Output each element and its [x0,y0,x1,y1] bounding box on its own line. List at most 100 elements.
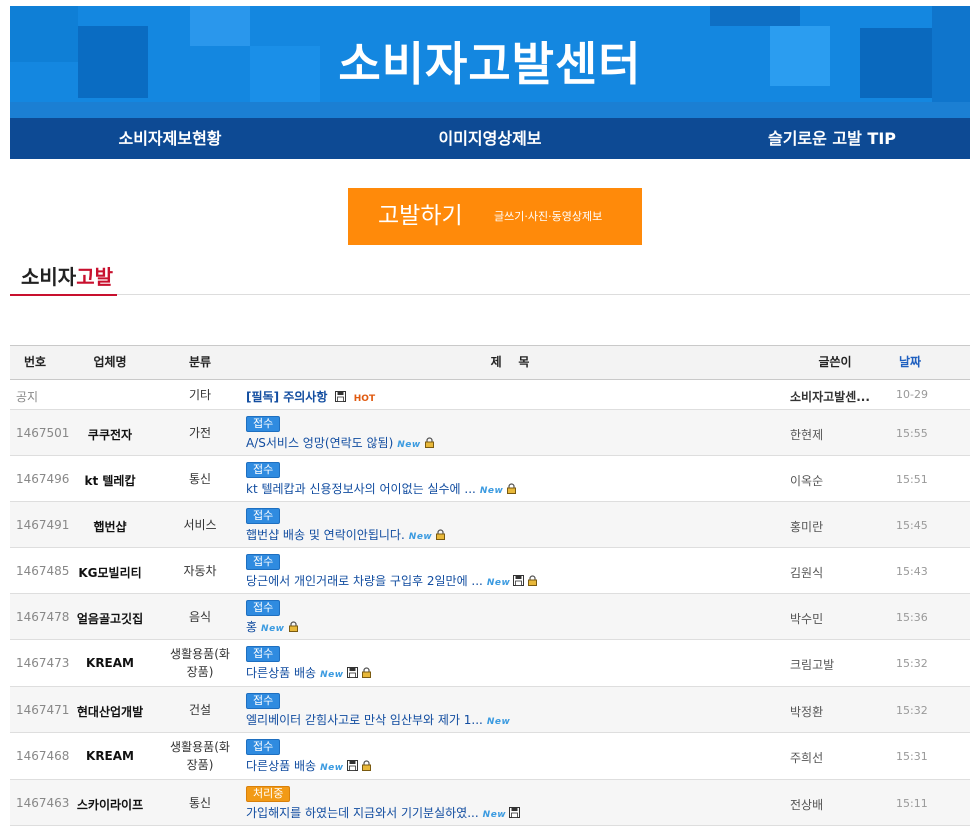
row-date: 15:36 [896,611,928,624]
notice-title-cell[interactable]: [필독] 주의사항 HOT [246,388,375,405]
row-company: KREAM [86,656,134,670]
row-author: 박수민 [790,612,824,626]
nav-tips[interactable]: 슬기로운 고발 TIP [672,118,970,159]
row-subject[interactable]: 접수 홍 New [246,600,299,635]
status-badge: 처리중 [246,786,291,802]
new-icon: New [397,440,421,450]
row-author: 이옥순 [790,474,824,488]
disk-icon [334,391,346,402]
status-badge: 접수 [246,508,281,524]
row-subject[interactable]: 접수 엘리베이터 갇힘사고로 만삭 임산부와 제가 1... New [246,693,510,728]
row-date: 15:32 [896,704,928,717]
row-subject[interactable]: 접수 햅번샵 배송 및 연락이안됩니다. New [246,508,446,543]
row-title-line[interactable]: 가입해지를 하였는데 지금와서 기기분실하였... New [246,804,521,821]
row-category: 가전 [188,426,212,440]
row-title[interactable]: 엘리베이터 갇힘사고로 만삭 임산부와 제가 1... [246,713,483,727]
row-subject[interactable]: 접수 다른상품 배송 New [246,739,372,774]
row-company: kt 텔레캅 [84,474,136,488]
table-row[interactable]: 1467478 얼음골고깃집 음식 접수 홍 New 박수민 15:36 [10,594,970,640]
site-title[interactable]: 소비자고발센터 [10,36,970,92]
notice-num: 공지 [16,390,39,404]
header-date[interactable]: 날짜 [888,346,932,379]
row-company: KG모빌리티 [78,566,142,580]
notice-category: 기타 [188,388,212,402]
notice-title[interactable]: [필독] 주의사항 [246,390,327,404]
row-title-line[interactable]: 다른상품 배송 New [246,757,372,774]
new-icon: New [320,670,344,680]
row-category: 건설 [188,703,212,717]
lock-icon [528,575,538,586]
table-row[interactable]: 1467468 KREAM 생활용품(화장품) 접수 다른상품 배송 New 주희… [10,733,970,780]
row-title-line[interactable]: 당근에서 개인거래로 차량을 구입후 2일만에 ... New [246,572,538,589]
row-title[interactable]: 다른상품 배송 [246,666,316,680]
row-author: 주희선 [790,751,824,765]
nav-consumer-reports[interactable]: 소비자제보현황 [10,118,330,159]
row-subject[interactable]: 접수 kt 텔레캅과 신용정보사의 어이없는 실수에 ... New [246,462,517,497]
report-button[interactable]: 고발하기 글쓰기·사진·동영상제보 [348,188,642,245]
row-title[interactable]: 가입해지를 하였는데 지금와서 기기분실하였... [246,806,479,820]
lock-icon [507,483,517,494]
lock-icon [424,437,434,448]
header-banner: 소비자고발센터 [10,6,970,118]
header-subject: 제 목 [490,355,530,369]
status-badge: 접수 [246,739,281,755]
section-title-prefix: 소비자 [21,265,77,289]
row-company: KREAM [86,749,134,763]
section-title-underline [10,294,117,296]
header-author: 글쓴이 [818,355,852,369]
notice-author: 소비자고발센... [790,390,870,404]
new-icon: New [486,578,511,588]
row-company: 쿠쿠전자 [87,428,133,442]
table-header: 번호 업체명 분류 제 목 글쓴이 날짜 [10,345,970,380]
row-title-line[interactable]: 홍 New [246,618,299,635]
row-subject[interactable]: 접수 A/S서비스 엉망(연락도 않됨) New [246,416,435,451]
row-title-line[interactable]: A/S서비스 엉망(연락도 않됨) New [246,434,435,451]
table-row[interactable]: 1467491 햅번샵 서비스 접수 햅번샵 배송 및 연락이안됩니다. New … [10,502,970,548]
row-author: 김원식 [790,566,824,580]
row-subject[interactable]: 처리중 가입해지를 하였는데 지금와서 기기분실하였... New [246,786,521,821]
row-subject[interactable]: 접수 당근에서 개인거래로 차량을 구입후 2일만에 ... New [246,554,538,589]
table-row[interactable]: 1467485 KG모빌리티 자동차 접수 당근에서 개인거래로 차량을 구입후… [10,548,970,594]
lock-icon [361,760,371,771]
new-icon: New [486,717,511,727]
row-title[interactable]: 당근에서 개인거래로 차량을 구입후 2일만에 ... [246,574,483,588]
row-company: 햅번샵 [93,520,127,534]
row-date: 15:55 [896,427,928,440]
header-company: 업체명 [93,355,127,369]
new-icon: New [261,624,285,634]
table-row[interactable]: 1467496 kt 텔레캅 통신 접수 kt 텔레캅과 신용정보사의 어이없는… [10,456,970,502]
notice-row[interactable]: 공지 기타 [필독] 주의사항 HOT 소비자고발센... 10-29 [10,380,970,410]
row-title-line[interactable]: 다른상품 배송 New [246,664,372,681]
row-date: 15:31 [896,750,928,763]
status-badge: 접수 [246,462,281,478]
row-category: 통신 [188,796,212,810]
row-author: 크림고발 [790,658,835,672]
row-title-line[interactable]: 햅번샵 배송 및 연락이안됩니다. New [246,526,446,543]
status-badge: 접수 [246,416,281,432]
row-title[interactable]: 홍 [246,620,257,634]
row-title-line[interactable]: kt 텔레캅과 신용정보사의 어이없는 실수에 ... New [246,480,517,497]
new-icon: New [479,486,504,496]
row-title-line[interactable]: 엘리베이터 갇힘사고로 만삭 임산부와 제가 1... New [246,711,510,728]
new-icon: New [320,763,344,773]
row-title[interactable]: 다른상품 배송 [246,759,316,773]
row-category: 통신 [188,472,212,486]
row-date: 15:45 [896,519,928,532]
status-badge: 접수 [246,554,281,570]
table-row[interactable]: 1467463 스카이라이프 통신 처리중 가입해지를 하였는데 지금와서 기기… [10,780,970,826]
row-category: 생활용품(화장품) [170,740,230,772]
row-title[interactable]: kt 텔레캅과 신용정보사의 어이없는 실수에 ... [246,482,476,496]
disk-icon [513,575,525,586]
lock-icon [361,667,371,678]
row-title[interactable]: 햅번샵 배송 및 연락이안됩니다. [246,528,405,542]
table-row[interactable]: 1467471 현대산업개발 건설 접수 엘리베이터 갇힘사고로 만삭 임산부와… [10,687,970,733]
nav-image-video-reports[interactable]: 이미지영상제보 [330,118,650,159]
section-divider [10,294,970,295]
table-row[interactable]: 1467501 쿠쿠전자 가전 접수 A/S서비스 엉망(연락도 않됨) New … [10,410,970,456]
row-title[interactable]: A/S서비스 엉망(연락도 않됨) [246,436,393,450]
status-badge: 접수 [246,646,281,662]
row-date: 15:32 [896,657,928,670]
row-subject[interactable]: 접수 다른상품 배송 New [246,646,372,681]
report-button-sublabel: 글쓰기·사진·동영상제보 [494,210,603,223]
table-row[interactable]: 1467473 KREAM 생활용품(화장품) 접수 다른상품 배송 New 크림… [10,640,970,687]
